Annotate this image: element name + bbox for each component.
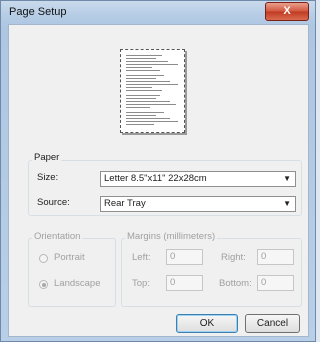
paper-size-value: Letter 8.5"x11" 22x28cm <box>104 173 207 184</box>
preview-line <box>126 67 152 68</box>
size-label: Size: <box>37 172 59 183</box>
preview-line <box>126 112 164 113</box>
preview-line <box>126 98 156 99</box>
chevron-down-icon: ▼ <box>283 174 291 183</box>
close-icon: X <box>283 5 291 17</box>
margins-group-label: Margins (millimeters) <box>125 231 218 242</box>
page-preview <box>120 49 185 133</box>
margin-bottom-field[interactable]: 0 <box>257 275 294 291</box>
preview-line <box>126 61 168 62</box>
preview-line <box>126 87 152 88</box>
landscape-label: Landscape <box>54 278 101 289</box>
landscape-radio[interactable] <box>39 280 48 289</box>
preview-line <box>126 64 178 65</box>
portrait-radio[interactable] <box>39 254 48 263</box>
chevron-down-icon: ▼ <box>283 199 291 208</box>
margin-left-label: Left: <box>132 252 151 263</box>
margin-top-field[interactable]: 0 <box>166 275 203 291</box>
paper-group-label: Paper <box>32 152 62 163</box>
cancel-button[interactable]: Cancel <box>245 314 300 333</box>
orientation-group <box>28 238 116 307</box>
preview-line <box>126 104 176 105</box>
preview-line <box>126 78 156 79</box>
margin-top-label: Top: <box>132 278 150 289</box>
dialog-body: Paper Size: Letter 8.5"x11" 22x28cm ▼ So… <box>8 24 309 337</box>
margin-right-label: Right: <box>221 252 246 263</box>
preview-line <box>126 95 160 96</box>
preview-line <box>126 58 156 59</box>
preview-line <box>126 75 164 76</box>
preview-line <box>126 118 170 119</box>
preview-line <box>126 90 162 91</box>
paper-size-select[interactable]: Letter 8.5"x11" 22x28cm ▼ <box>100 171 296 187</box>
preview-line <box>126 70 160 71</box>
preview-line <box>126 115 156 116</box>
paper-source-select[interactable]: Rear Tray ▼ <box>100 196 296 212</box>
page-setup-window: Page Setup X Paper Size: Letter 8.5"x11"… <box>0 0 316 342</box>
title-bar[interactable]: Page Setup X <box>1 1 315 23</box>
preview-line <box>126 81 170 82</box>
close-button[interactable]: X <box>265 2 309 21</box>
ok-button[interactable]: OK <box>176 314 238 333</box>
margin-left-field[interactable]: 0 <box>166 249 203 265</box>
source-label: Source: <box>37 197 70 208</box>
orientation-group-label: Orientation <box>32 231 83 242</box>
preview-line <box>126 107 150 108</box>
margin-right-field[interactable]: 0 <box>257 249 294 265</box>
margin-bottom-label: Bottom: <box>219 278 252 289</box>
paper-source-value: Rear Tray <box>104 198 146 209</box>
preview-line <box>126 124 154 125</box>
preview-line <box>126 84 178 85</box>
preview-line <box>126 121 178 122</box>
preview-line <box>126 55 162 56</box>
preview-line <box>126 101 170 102</box>
window-title: Page Setup <box>9 6 67 18</box>
portrait-label: Portrait <box>54 252 85 263</box>
